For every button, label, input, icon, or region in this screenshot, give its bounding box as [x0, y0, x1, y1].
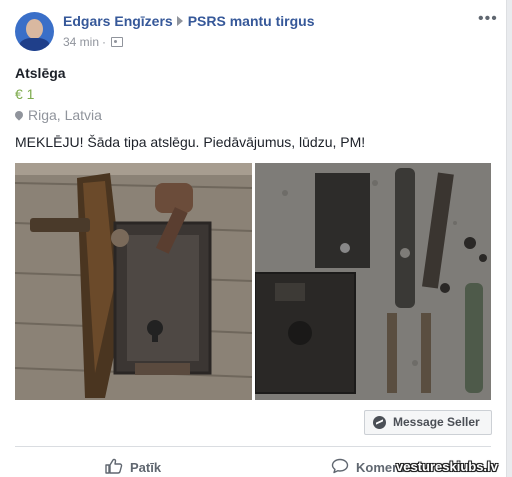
listing-title: Atslēga	[15, 65, 66, 81]
group-audience-icon[interactable]	[111, 37, 124, 47]
post-meta: 34 min ·	[63, 35, 124, 49]
listing-photo-2[interactable]	[255, 163, 491, 400]
lock-on-wood-illustration	[15, 163, 252, 400]
thumbs-up-icon	[105, 458, 123, 474]
post-header: Edgars Engīzers PSRS mantu tirgus	[63, 13, 315, 29]
location-pin-icon	[13, 109, 25, 121]
group-name-link[interactable]: PSRS mantu tirgus	[188, 13, 315, 29]
message-seller-label: Message Seller	[393, 415, 480, 429]
avatar-face	[26, 19, 43, 39]
location-text: Riga, Latvia	[28, 107, 102, 123]
messenger-icon	[373, 416, 386, 429]
comment-icon	[331, 458, 349, 474]
meta-separator: ·	[102, 35, 107, 49]
listing-description: MEKLĒJU! Šāda tipa atslēgu. Piedāvājumus…	[15, 134, 366, 150]
like-label: Patīk	[130, 460, 162, 475]
listing-location: Riga, Latvia	[13, 107, 102, 123]
message-seller-button[interactable]: Message Seller	[364, 410, 492, 435]
marketplace-post-card: Edgars Engīzers PSRS mantu tirgus 34 min ·…	[0, 0, 507, 477]
post-timestamp[interactable]: 34 min	[63, 35, 99, 49]
site-watermark: vestureskiubs.lv	[396, 459, 498, 474]
avatar-body	[19, 38, 50, 51]
ellipsis-icon[interactable]: •••	[478, 10, 498, 28]
author-name-link[interactable]: Edgars Engīzers	[63, 13, 173, 29]
lock-parts-illustration	[255, 163, 491, 400]
author-avatar[interactable]	[15, 12, 54, 51]
listing-price: € 1	[15, 86, 35, 102]
listing-photo-1[interactable]	[15, 163, 252, 400]
triangle-right-icon	[176, 16, 183, 26]
actions-divider	[15, 446, 491, 447]
